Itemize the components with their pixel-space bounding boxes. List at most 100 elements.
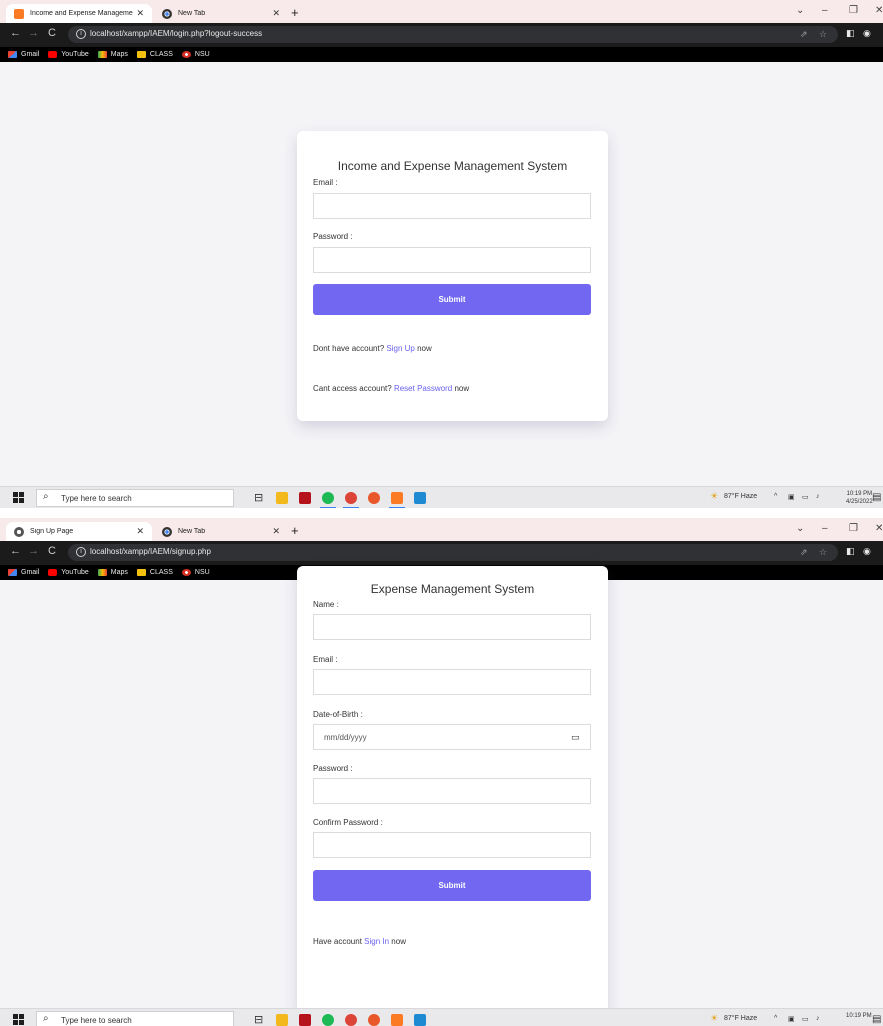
battery-icon[interactable]: ▭	[802, 1015, 809, 1023]
network-icon[interactable]: ▣	[788, 493, 795, 501]
tray-overflow-icon[interactable]: ^	[774, 493, 777, 500]
email-field[interactable]	[313, 669, 591, 695]
bookmark-gmail[interactable]: Gmail	[8, 51, 39, 58]
bookmark-maps[interactable]: Maps	[97, 569, 128, 576]
bookmark-gmail[interactable]: Gmail	[8, 569, 39, 576]
email-field[interactable]	[313, 193, 591, 219]
name-field[interactable]	[313, 614, 591, 640]
share-icon[interactable]: ⇗	[800, 29, 808, 40]
address-bar[interactable]: i localhost/xampp/IAEM/login.php?logout-…	[68, 26, 838, 43]
back-icon[interactable]: ←	[10, 27, 21, 39]
restore-icon[interactable]: ❐	[849, 5, 858, 16]
chrome-profile-icon[interactable]	[368, 1014, 380, 1026]
tab-strip: Income and Expense Manageme ✕ New Tab ✕ …	[0, 0, 883, 23]
gmail-icon	[8, 569, 17, 576]
chrome-profile-icon[interactable]	[368, 492, 380, 504]
calendar-icon[interactable]: ▭	[571, 732, 580, 743]
date-of-birth-field[interactable]	[313, 724, 591, 750]
tray-overflow-icon[interactable]: ^	[774, 1015, 777, 1022]
task-view-icon[interactable]: ⊟	[254, 491, 263, 504]
file-explorer-icon[interactable]	[276, 1014, 288, 1026]
volume-icon[interactable]: ♪	[816, 493, 820, 500]
confirm-password-field[interactable]	[313, 832, 591, 858]
spotify-icon[interactable]	[322, 1014, 334, 1026]
reload-icon[interactable]: C	[48, 27, 56, 39]
new-tab-button[interactable]: +	[291, 523, 299, 538]
notification-icon[interactable]: ▤	[872, 492, 881, 503]
youtube-icon	[48, 569, 58, 576]
star-icon[interactable]: ☆	[819, 29, 827, 40]
reset-password-link[interactable]: Reset Password	[394, 384, 452, 393]
profile-icon[interactable]: ◉	[863, 28, 871, 39]
minimize-icon[interactable]: –	[822, 523, 828, 534]
reload-icon[interactable]: C	[48, 545, 56, 557]
password-field[interactable]	[313, 247, 591, 273]
minimize-icon[interactable]: –	[822, 5, 828, 16]
bookmark-class[interactable]: CLASS	[136, 569, 173, 576]
forward-icon[interactable]: →	[28, 27, 39, 39]
share-icon[interactable]: ⇗	[800, 547, 808, 558]
file-explorer-icon[interactable]	[276, 492, 288, 504]
taskbar-search[interactable]: ⌕ Type here to search	[36, 489, 234, 507]
vscode-icon[interactable]	[414, 1014, 426, 1026]
task-view-icon[interactable]: ⊟	[254, 1013, 263, 1026]
weather-text[interactable]: 87°F Haze	[724, 1015, 757, 1022]
profile-icon[interactable]: ◉	[863, 546, 871, 557]
xampp-app-icon[interactable]	[389, 492, 405, 508]
address-bar[interactable]: i localhost/xampp/IAEM/signup.php ⇗ ☆	[68, 544, 838, 561]
battery-icon[interactable]: ▭	[802, 493, 809, 501]
notification-icon[interactable]: ▤	[872, 1014, 881, 1025]
bookmark-youtube[interactable]: YouTube	[48, 51, 89, 58]
close-icon[interactable]: ✕	[136, 526, 144, 537]
bookmark-nsu[interactable]: NSU	[181, 51, 210, 58]
restore-icon[interactable]: ❐	[849, 523, 858, 534]
back-icon[interactable]: ←	[10, 545, 21, 557]
vscode-icon[interactable]	[414, 492, 426, 504]
bookmark-nsu[interactable]: NSU	[181, 569, 210, 576]
sidebar-icon[interactable]: ◧	[846, 546, 855, 557]
xampp-app-icon[interactable]	[391, 1014, 403, 1026]
close-window-icon[interactable]: ✕	[875, 5, 883, 16]
close-icon[interactable]: ✕	[272, 8, 280, 19]
password-field[interactable]	[313, 778, 591, 804]
tab-search-icon[interactable]: ⌄	[796, 5, 804, 16]
globe-icon	[14, 526, 24, 537]
chrome-app-icon[interactable]	[343, 492, 359, 508]
weather-icon: ☀	[710, 491, 719, 501]
chrome-app-icon[interactable]	[345, 1014, 357, 1026]
sign-up-link[interactable]: Sign Up	[386, 344, 414, 353]
star-icon[interactable]: ☆	[819, 547, 827, 558]
submit-button[interactable]: Submit	[313, 870, 591, 901]
bookmark-class[interactable]: CLASS	[136, 51, 173, 58]
password-label: Password :	[313, 232, 353, 241]
sign-in-link[interactable]: Sign In	[364, 937, 389, 946]
weather-text[interactable]: 87°F Haze	[724, 493, 757, 500]
tab-new[interactable]: New Tab ✕	[154, 522, 288, 541]
tab-login[interactable]: Income and Expense Manageme ✕	[6, 4, 152, 23]
tab-signup[interactable]: Sign Up Page ✕	[6, 522, 152, 541]
bookmark-maps[interactable]: Maps	[97, 51, 128, 58]
new-tab-button[interactable]: +	[291, 5, 299, 20]
info-icon[interactable]: i	[76, 29, 86, 39]
tab-new[interactable]: New Tab ✕	[154, 4, 288, 23]
volume-icon[interactable]: ♪	[816, 1015, 820, 1022]
tab-search-icon[interactable]: ⌄	[796, 523, 804, 534]
close-window-icon[interactable]: ✕	[875, 523, 883, 534]
close-icon[interactable]: ✕	[136, 8, 144, 19]
sidebar-icon[interactable]: ◧	[846, 28, 855, 39]
close-icon[interactable]: ✕	[272, 526, 280, 537]
bookmark-youtube[interactable]: YouTube	[48, 569, 89, 576]
windows-start-icon[interactable]	[13, 492, 24, 503]
netflix-icon[interactable]	[299, 492, 311, 504]
spotify-icon[interactable]	[320, 492, 336, 508]
info-icon[interactable]: i	[76, 547, 86, 557]
forward-icon[interactable]: →	[28, 545, 39, 557]
clock[interactable]: 10:19 PM	[846, 1012, 872, 1020]
clock[interactable]: 10:19 PM 4/25/2022	[846, 490, 873, 506]
network-icon[interactable]: ▣	[788, 1015, 795, 1023]
windows-start-icon[interactable]	[13, 1014, 24, 1025]
netflix-icon[interactable]	[299, 1014, 311, 1026]
login-screenshot: Income and Expense Manageme ✕ New Tab ✕ …	[0, 0, 883, 508]
submit-button[interactable]: Submit	[313, 284, 591, 315]
taskbar-search[interactable]: ⌕ Type here to search	[36, 1011, 234, 1026]
